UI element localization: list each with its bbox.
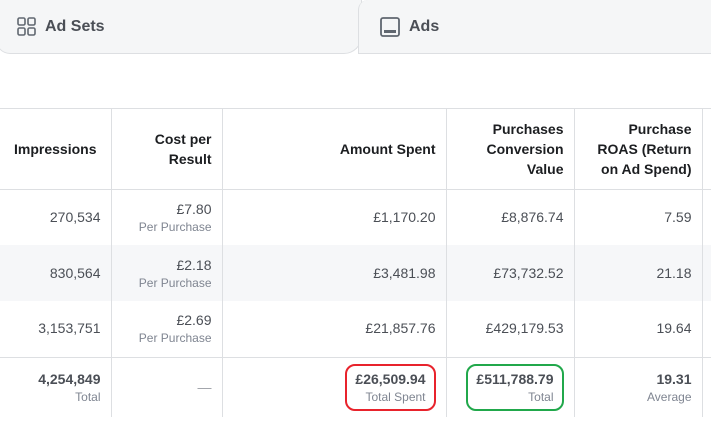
tab-bar: Ad Sets Ads bbox=[0, 0, 711, 56]
total-conversion-value: £511,788.79 Total bbox=[446, 356, 575, 417]
cell-cost-per-result: £7.80 Per Purchase bbox=[111, 189, 223, 245]
column-header-amount-spent[interactable]: Amount Spent bbox=[222, 109, 447, 190]
cell-conversion-value: £8,876.74 bbox=[446, 189, 575, 245]
column-header-overflow bbox=[702, 109, 711, 190]
cell-amount-spent: £21,857.76 bbox=[222, 301, 447, 357]
cell-roas: 19.64 bbox=[574, 301, 703, 357]
table-header-row: Impressions Cost per Result Amount Spent… bbox=[0, 109, 711, 190]
cell-cost-per-result: £2.69 Per Purchase bbox=[111, 301, 223, 357]
cell-roas: 21.18 bbox=[574, 245, 703, 301]
tab-ad-sets[interactable]: Ad Sets bbox=[0, 0, 362, 54]
column-header-cost-per-result[interactable]: Cost per Result bbox=[111, 109, 223, 190]
tab-ad-sets-label: Ad Sets bbox=[45, 17, 105, 35]
column-header-impressions[interactable]: Impressions bbox=[0, 109, 112, 190]
cell-conversion-value: £429,179.53 bbox=[446, 301, 575, 357]
total-cost-per-result: — bbox=[111, 356, 223, 417]
cell-impressions: 270,534 bbox=[0, 189, 112, 245]
amount-spent-highlight: £26,509.94 Total Spent bbox=[345, 363, 436, 411]
tab-ads-label: Ads bbox=[409, 17, 440, 35]
cell-impressions: 3,153,751 bbox=[0, 301, 112, 357]
cell-impressions: 830,564 bbox=[0, 245, 112, 301]
totals-row: 4,254,849 Total — £26,509.94 Total Spent… bbox=[0, 356, 711, 417]
table-row[interactable]: 830,564 £2.18 Per Purchase £3,481.98 £73… bbox=[0, 245, 711, 301]
ads-monitor-icon bbox=[379, 16, 401, 38]
cell-amount-spent: £3,481.98 bbox=[222, 245, 447, 301]
conversion-value-highlight: £511,788.79 Total bbox=[466, 363, 564, 411]
results-table: Impressions Cost per Result Amount Spent… bbox=[0, 108, 711, 417]
total-impressions: 4,254,849 Total bbox=[0, 356, 112, 417]
cell-roas: 7.59 bbox=[574, 189, 703, 245]
total-amount-spent: £26,509.94 Total Spent bbox=[222, 356, 447, 417]
column-header-purchases-conversion-value[interactable]: Purchases Conversion Value bbox=[446, 109, 575, 190]
column-header-purchase-roas[interactable]: Purchase ROAS (Return on Ad Spend) bbox=[574, 109, 703, 190]
total-roas: 19.31 Average bbox=[574, 356, 703, 417]
table-row[interactable]: 3,153,751 £2.69 Per Purchase £21,857.76 … bbox=[0, 301, 711, 357]
cell-conversion-value: £73,732.52 bbox=[446, 245, 575, 301]
ad-sets-grid-icon bbox=[17, 16, 37, 37]
table-row[interactable]: 270,534 £7.80 Per Purchase £1,170.20 £8,… bbox=[0, 189, 711, 245]
tab-ads[interactable]: Ads bbox=[358, 0, 711, 54]
cell-cost-per-result: £2.18 Per Purchase bbox=[111, 245, 223, 301]
cell-amount-spent: £1,170.20 bbox=[222, 189, 447, 245]
